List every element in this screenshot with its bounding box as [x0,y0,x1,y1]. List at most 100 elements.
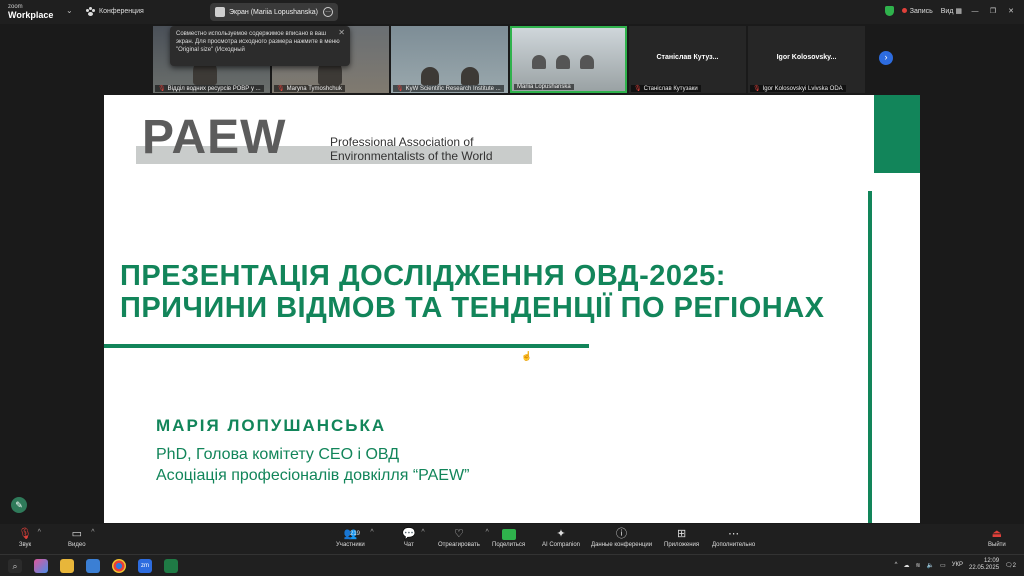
conference-data-button[interactable]: ⓘ Данные конференции [591,527,652,548]
chevron-down-icon[interactable]: ⌄ [66,6,73,15]
logo-subtitle-line1: Professional Association of [330,135,474,149]
participant-caption: 🎙 Igor Kolosovskyi Lvivska ODA [750,85,846,92]
mic-muted-icon: 🎙 [18,528,32,540]
ai-companion-button[interactable]: ✦ AI Companion [542,527,580,548]
view-label: Вид [940,8,954,15]
participant-caption: Mariia Lopushanska [514,84,574,90]
file-explorer-icon[interactable] [60,559,74,573]
record-dot-icon [901,7,907,13]
slide-title: ПРЕЗЕНТАЦІЯ ДОСЛІДЖЕННЯ ОВД-2025: ПРИЧИН… [120,260,860,324]
shared-slide: PAEW Professional Association of Environ… [104,95,920,523]
meeting-title-label: Конференция [99,8,144,15]
notification-icon[interactable]: 🗨2 [1005,562,1016,569]
sparkle-icon: ✦ [556,528,566,540]
app-icon[interactable] [86,559,100,573]
search-icon[interactable]: ⌕ [8,559,22,573]
accent-vertical-line [868,191,872,523]
slide-title-line2: ПРИЧИНИ ВІДМОВ ТА ТЕНДЕНЦІЇ ПО РЕГІОНАХ [120,292,825,324]
more-button[interactable]: ⋯ Дополнительно [712,527,755,548]
chat-icon: 💬 [402,528,416,540]
clock[interactable]: 12:09 22.05.2025 [969,558,999,572]
participant-name: Igor Kolosovsky... [776,54,837,61]
caret-up-icon[interactable]: ^ [38,529,41,536]
zoom-window: zoom Workplace ⌄ Конференция Экран (Mari… [0,0,1024,576]
share-button[interactable]: Поделиться [492,527,525,548]
notification-count: 2 [1012,562,1016,569]
accent-block [874,95,920,173]
participant-caption: 🎙 KyW Scientific Research Institute ... [393,85,504,92]
participant-video [556,55,570,69]
screen-share-icon [215,7,225,17]
security-shield-icon[interactable] [884,6,894,16]
caret-up-icon[interactable]: ^ [486,529,489,536]
exit-icon: ⏏ [991,528,1003,540]
participants-count: 219 [350,531,361,537]
video-button[interactable]: ▭ Видео ^ [68,527,95,548]
next-page-chevron-icon[interactable]: › [879,51,893,65]
clock-time: 12:09 [984,558,1000,564]
logo-subtitle: Professional Association of Environmenta… [330,135,493,163]
mic-muted-icon: 🎙 [634,86,642,92]
participant-caption: 🎙 Відділ водних ресурсів РОВР у ... [155,85,264,92]
leave-button[interactable]: ⏏ Выйти [988,527,1006,548]
heart-icon: ♡ [453,528,464,540]
close-icon[interactable]: ✕ [338,29,345,37]
info-icon: ⓘ [616,528,628,540]
accent-horizontal-line [104,344,589,348]
clock-date: 22.05.2025 [969,565,1000,571]
pointer-cursor-icon: ☝ [521,351,533,361]
more-icon[interactable]: … [323,7,333,17]
video-camera-icon: ▭ [71,528,82,540]
participant-tile-active-speaker[interactable]: Mariia Lopushanska [510,26,627,93]
meeting-title[interactable]: Конференция [86,7,144,16]
participant-video [532,55,546,69]
slide-author-affiliation: Асоціація професіоналів довкілля “PAEW” [156,467,470,484]
record-indicator[interactable]: Запись [901,7,933,15]
screen-share-label: Экран (Mariia Lopushanska) [229,8,319,16]
participants-button[interactable]: 👥 219 Участники ^ [336,527,374,548]
participant-tile[interactable]: Igor Kolosovsky... 🎙 Igor Kolosovskyi Lvi… [748,26,865,93]
annotate-pen-icon[interactable]: ✎ [11,497,27,513]
restore-icon[interactable]: ❐ [988,7,998,15]
participant-caption: 🎙 Станіслав Кутузаки [631,85,701,92]
participant-caption: 🎙 Maryna Tymoshchuk [274,85,345,92]
slide-title-line1: ПРЕЗЕНТАЦІЯ ДОСЛІДЖЕННЯ ОВД-2025: [120,260,726,292]
caret-up-icon[interactable]: ^ [421,529,424,536]
screen-share-indicator[interactable]: Экран (Mariia Lopushanska) … [210,3,338,21]
participant-tile[interactable]: 🎙 KyW Scientific Research Institute ... [391,26,508,93]
mic-muted-icon: 🎙 [158,86,166,92]
language-indicator[interactable]: УКР [952,562,963,568]
volume-icon[interactable]: 🔈 [927,562,934,569]
audio-button[interactable]: 🎙 Звук ^ [18,527,41,548]
excel-icon[interactable] [164,559,178,573]
participant-video [461,67,479,85]
apps-button[interactable]: ⊞ Приложения [664,527,699,548]
participant-name: Станіслав Кутуз... [656,54,719,61]
close-icon[interactable]: ✕ [1006,7,1016,15]
more-icon: ⋯ [728,528,740,540]
participant-tile[interactable]: Станіслав Кутуз... 🎙 Станіслав Кутузаки [629,26,746,93]
chrome-icon[interactable] [112,559,126,573]
battery-icon[interactable]: ▭ [940,562,946,569]
title-bar-controls: Запись Вид ▦ — ❐ ✕ [884,6,1016,16]
slide-author-role: PhD, Голова комітету СЕО і ОВД [156,446,400,463]
minimize-icon[interactable]: — [970,8,980,15]
copilot-icon[interactable] [34,559,48,573]
tooltip-text: Совместно используемое содержимое вписан… [176,31,340,53]
chat-button[interactable]: 💬 Чат ^ [402,527,425,548]
mic-muted-icon: 🎙 [277,86,285,92]
share-screen-icon [501,527,516,541]
paw-icon [86,7,95,16]
zoom-taskbar-icon[interactable]: zm [138,559,152,573]
cloud-icon[interactable]: ☁ [904,562,910,569]
tray-chevron-icon[interactable]: ^ [895,562,898,568]
mic-muted-icon: 🎙 [753,86,761,92]
slide-author: МАРІЯ ЛОПУШАНСЬКА [156,416,387,435]
title-bar: zoom Workplace ⌄ Конференция Экран (Mari… [0,0,1024,24]
participants-icon: 👥 219 [343,528,361,540]
react-button[interactable]: ♡ Отреагировать ^ [438,527,489,548]
caret-up-icon[interactable]: ^ [370,529,373,536]
caret-up-icon[interactable]: ^ [91,529,94,536]
view-button[interactable]: Вид ▦ [941,7,962,15]
wifi-icon[interactable]: ≋ [916,562,921,569]
